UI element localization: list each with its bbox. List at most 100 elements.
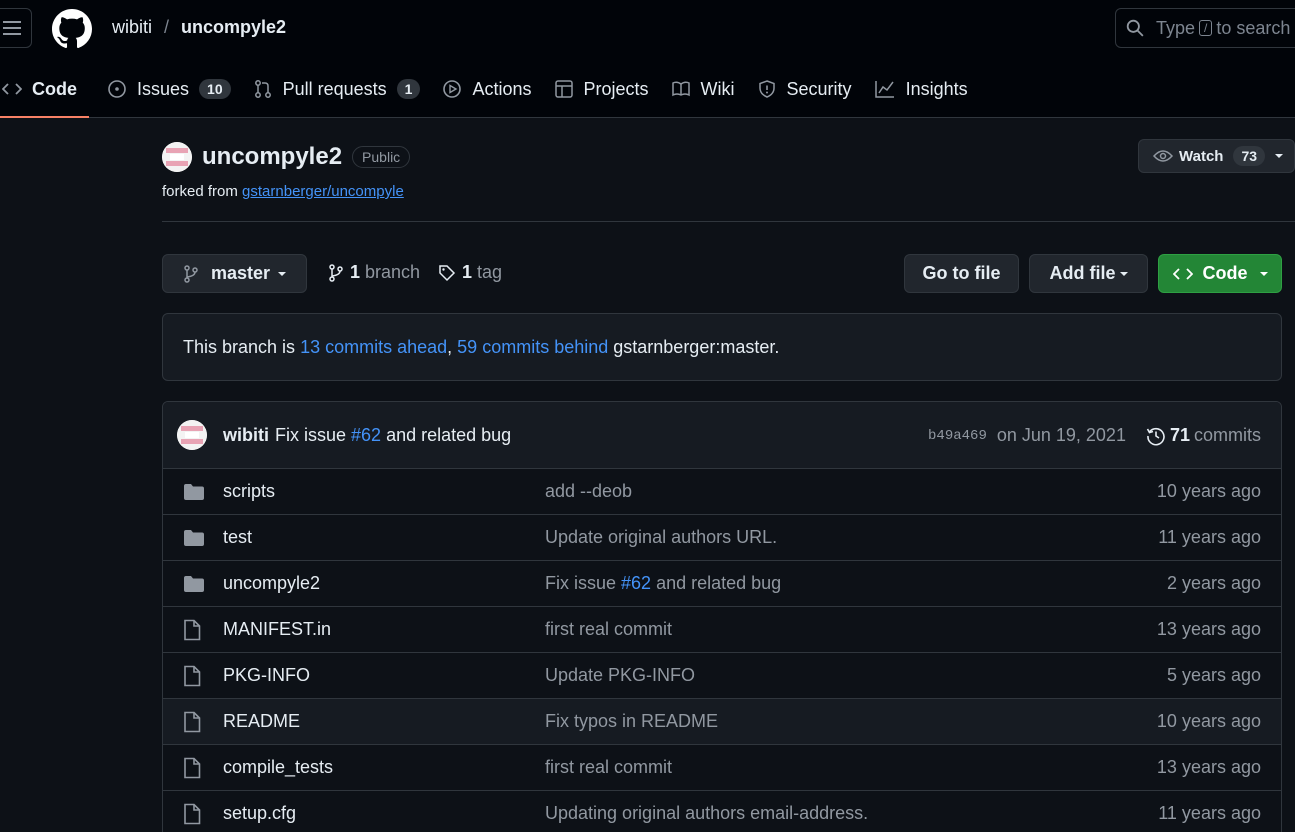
hamburger-menu-button[interactable] [0, 8, 32, 48]
tab-label: Pull requests [282, 78, 387, 99]
file-name-link[interactable]: MANIFEST.in [223, 619, 331, 640]
file-name-link[interactable]: README [223, 711, 300, 732]
file-name-link[interactable]: PKG-INFO [223, 665, 310, 686]
file-commit-message-suffix[interactable]: and related bug [656, 573, 781, 593]
issues-count-badge: 10 [199, 79, 231, 99]
search-input[interactable]: Type / to search [1115, 8, 1295, 48]
tab-security[interactable]: Security [755, 66, 864, 112]
file-row[interactable]: uncompyle2 Fix issue #62 and related bug 2… [163, 561, 1281, 607]
latest-commit-row: wibiti Fix issue #62 and related bug b49… [163, 402, 1281, 469]
commit-sha-link[interactable]: b49a469 [928, 428, 987, 444]
pull-request-icon [254, 80, 271, 98]
folder-icon [184, 575, 204, 592]
breadcrumb-repo-link[interactable]: uncompyle2 [181, 17, 286, 38]
branch-count: 1 [350, 262, 361, 282]
watch-button[interactable]: Watch 73 [1138, 139, 1295, 173]
caret-down-icon [278, 271, 287, 276]
file-commit-message-cell: first real commit [545, 619, 672, 640]
commit-message-prefix[interactable]: Fix issue [275, 425, 346, 446]
file-commit-message[interactable]: Fix issue [545, 573, 616, 593]
caret-down-icon [1275, 154, 1284, 158]
tab-issues[interactable]: Issues 10 [105, 66, 243, 112]
commit-message-suffix[interactable]: and related bug [386, 425, 511, 446]
file-name-link[interactable]: uncompyle2 [223, 573, 320, 594]
file-commit-message-cell: add --deob [545, 481, 632, 502]
file-row[interactable]: setup.cfg Updating original authors email… [163, 791, 1281, 832]
menu-icon [3, 21, 21, 35]
commits-label: commits [1194, 425, 1261, 445]
header-divider [162, 221, 1295, 222]
file-row[interactable]: MANIFEST.in first real commit 13 years ago [163, 607, 1281, 653]
code-dropdown-button[interactable]: Code [1158, 254, 1282, 293]
eye-icon [1153, 150, 1173, 162]
file-row[interactable]: PKG-INFO Update PKG-INFO 5 years ago [163, 653, 1281, 699]
graph-icon [874, 81, 894, 98]
owner-avatar[interactable] [162, 142, 192, 172]
go-to-file-button[interactable]: Go to file [904, 254, 1019, 293]
watch-label: Watch [1179, 147, 1224, 165]
file-commit-issue-link[interactable]: #62 [621, 573, 651, 593]
branch-count-label: branch [365, 262, 421, 282]
commits-ahead-link[interactable]: 13 commits ahead [300, 337, 447, 358]
commit-author-link[interactable]: wibiti [223, 425, 269, 446]
search-placeholder-prefix: Type [1156, 17, 1196, 38]
file-age: 13 years ago [1156, 757, 1261, 777]
tab-label: Issues [137, 78, 190, 99]
file-commit-message[interactable]: first real commit [545, 619, 672, 639]
tag-count: 1 [462, 262, 473, 282]
file-icon [184, 665, 201, 686]
file-commit-message-cell: Update original authors URL. [545, 527, 777, 548]
tag-icon [439, 264, 456, 281]
file-row[interactable]: README Fix typos in README 10 years ago [163, 699, 1281, 745]
tab-actions[interactable]: Actions [440, 66, 543, 112]
file-commit-message[interactable]: add --deob [545, 481, 632, 501]
tab-label: Wiki [700, 78, 735, 99]
commits-history-link[interactable]: 71 commits [1146, 425, 1261, 446]
file-name-link[interactable]: compile_tests [223, 757, 333, 778]
file-commit-message[interactable]: Update PKG-INFO [545, 665, 695, 685]
file-commit-message[interactable]: Updating original authors email-address. [545, 803, 868, 823]
file-row[interactable]: compile_tests first real commit 13 years a… [163, 745, 1281, 791]
commit-issue-link[interactable]: #62 [351, 425, 381, 446]
file-name-link[interactable]: setup.cfg [223, 803, 296, 824]
file-icon [184, 619, 201, 640]
repo-name[interactable]: uncompyle2 [202, 143, 342, 171]
branch-name: master [211, 263, 271, 283]
branch-select-button[interactable]: master [162, 254, 307, 293]
tab-wiki[interactable]: Wiki [669, 66, 747, 112]
github-logo-icon[interactable] [52, 9, 92, 49]
tab-insights[interactable]: Insights [872, 66, 980, 112]
search-shortcut-key: / [1199, 20, 1213, 36]
file-commit-message[interactable]: first real commit [545, 757, 672, 777]
code-icon [1172, 267, 1193, 280]
file-commit-message[interactable]: Fix typos in README [545, 711, 718, 731]
tab-pull-requests[interactable]: Pull requests 1 [251, 66, 433, 112]
file-age: 11 years ago [1158, 527, 1261, 547]
forked-source-link[interactable]: gstarnberger/uncompyle [242, 183, 404, 200]
tab-projects[interactable]: Projects [552, 66, 661, 112]
file-commit-message[interactable]: Update original authors URL. [545, 527, 777, 547]
file-type-icon [183, 529, 205, 547]
file-row[interactable]: scripts add --deob 10 years ago [163, 469, 1281, 515]
code-button-label: Code [1202, 263, 1248, 283]
commits-behind-link[interactable]: 59 commits behind [457, 337, 608, 358]
file-row[interactable]: test Update original authors URL. 11 years… [163, 515, 1281, 561]
watch-count-badge: 73 [1233, 146, 1266, 166]
branches-link[interactable]: 1 branch [328, 262, 420, 283]
folder-icon [184, 529, 204, 546]
breadcrumb-owner-link[interactable]: wibiti [112, 17, 152, 38]
file-type-icon [183, 575, 205, 593]
history-icon [1146, 427, 1165, 445]
commit-author-avatar[interactable] [177, 420, 207, 450]
tags-link[interactable]: 1 tag [438, 262, 502, 283]
visibility-badge: Public [352, 146, 411, 168]
play-icon [443, 80, 462, 98]
file-type-icon [183, 665, 201, 687]
file-name-link[interactable]: test [223, 527, 252, 548]
tab-code[interactable]: Code [0, 66, 89, 118]
file-name-link[interactable]: scripts [223, 481, 275, 502]
notice-prefix: This branch is [183, 336, 296, 357]
file-listing: wibiti Fix issue #62 and related bug b49… [162, 401, 1282, 832]
tab-label: Actions [472, 78, 532, 99]
add-file-button[interactable]: Add file [1029, 254, 1148, 293]
